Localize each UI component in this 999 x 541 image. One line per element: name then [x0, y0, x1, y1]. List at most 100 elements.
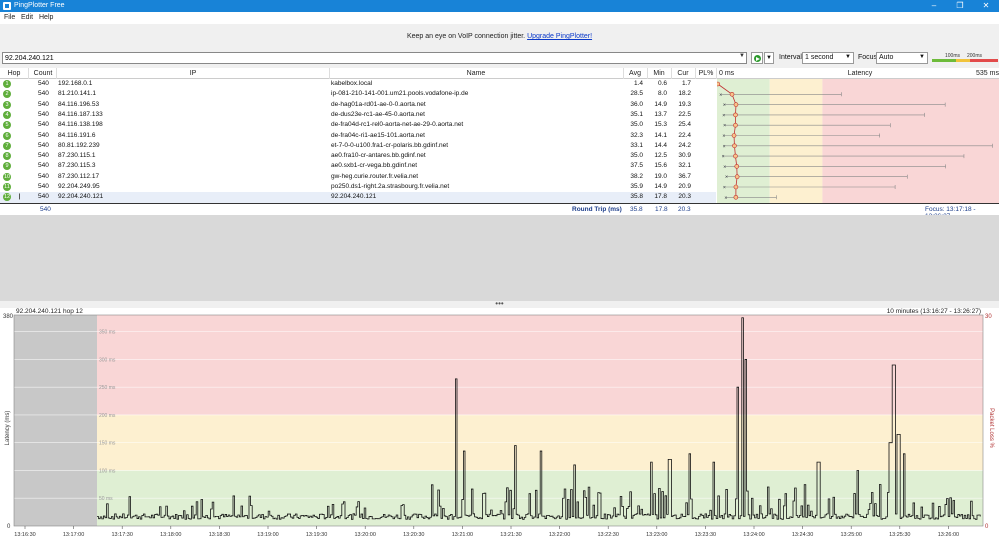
- cell-min: 12.5: [654, 152, 667, 160]
- hop-badge: 2: [3, 90, 11, 99]
- y-grid-label: 300 ms: [99, 357, 116, 363]
- latency-min-marker: ×: [723, 185, 726, 191]
- menu-help[interactable]: Help: [39, 14, 53, 21]
- cell-cur: 30.9: [678, 152, 691, 160]
- cell-ip: 80.81.192.239: [58, 141, 100, 149]
- maximize-icon[interactable]: ❐: [947, 0, 973, 12]
- cell-name: kabelbox.local: [331, 80, 373, 87]
- cell-name: de-dus23e-rc1-ae-45-0.aorta.net: [331, 110, 425, 118]
- axis-end-label: 0: [985, 524, 989, 530]
- cell-count: 540: [38, 121, 49, 129]
- interval-select[interactable]: 1 second ▼: [802, 52, 854, 64]
- cell-ip: 84.116.196.53: [58, 100, 100, 108]
- x-tick-label: 13:22:30: [597, 532, 618, 538]
- cell-cur: 36.7: [678, 172, 691, 180]
- col-avg[interactable]: Avg: [624, 70, 646, 77]
- col-name[interactable]: Name: [330, 70, 622, 77]
- cell-ip: 81.210.141.1: [58, 90, 96, 98]
- cell-cur: 24.2: [678, 141, 691, 149]
- col-pl[interactable]: PL%: [696, 70, 716, 77]
- x-tick-label: 13:16:30: [14, 532, 35, 538]
- col-ip[interactable]: IP: [58, 70, 328, 77]
- cell-ip: 87.230.115.3: [58, 162, 96, 170]
- cell-name: ae0.sxb1-cr-vega.bb.gdinf.net: [331, 162, 417, 170]
- table-row[interactable]: 8 540 87.230.115.1 ae0.fra10-cr-antares.bb.…: [0, 151, 716, 161]
- col-cur[interactable]: Cur: [672, 70, 694, 77]
- latency-zone: [769, 79, 823, 203]
- hop-badge: 12: [3, 193, 11, 202]
- table-row[interactable]: 2 540 81.210.141.1 ip-081-210-141-001.um21.…: [0, 89, 716, 99]
- hop-badge: 6: [3, 131, 11, 140]
- cell-min: 19.0: [654, 172, 667, 180]
- x-tick-label: 13:20:30: [403, 532, 424, 538]
- hop-badge: 1: [3, 80, 11, 88]
- table-row[interactable]: 1 540 192.168.0.1 kabelbox.local 1.4 0.6 1.7: [0, 79, 716, 89]
- axis-end-label: 0: [7, 524, 11, 530]
- table-row[interactable]: 5 540 84.116.138.198 de-fra04d-rc1-rel0-aor…: [0, 120, 716, 130]
- table-header: Hop Count IP Name Avg Min Cur PL% 0 ms L…: [0, 68, 999, 79]
- axis-end-label: 30: [985, 314, 992, 320]
- latency-avg-point: [729, 92, 735, 97]
- table-row[interactable]: 6 540 84.116.191.6 de-fra04c-ri1-ae15-101.a…: [0, 131, 716, 141]
- close-icon[interactable]: ✕: [973, 0, 999, 12]
- cell-name: et-7-0-0-u100.fra1-cr-polaris.bb.gdinf.n…: [331, 141, 449, 149]
- table-row[interactable]: 3 540 84.116.196.53 de-hag01a-rd01-ae-0-0.a…: [0, 100, 716, 110]
- y-axis-label: Latency (ms): [5, 411, 11, 446]
- table-row[interactable]: 9 540 87.230.115.3 ae0.sxb1-cr-vega.bb.gdin…: [0, 161, 716, 171]
- table-row[interactable]: 12 540 92.204.240.121 92.204.240.121 35.8 17.…: [0, 192, 716, 203]
- pane-splitter[interactable]: •••: [0, 300, 999, 308]
- focus-select[interactable]: Auto ▼: [876, 52, 928, 64]
- upgrade-link[interactable]: Upgrade PingPlotter!: [527, 33, 592, 40]
- menu-file[interactable]: File: [4, 14, 15, 21]
- table-row[interactable]: 10 540 87.230.112.17 gw-heg.curie.router.fr…: [0, 172, 716, 182]
- cell-min: 14.9: [654, 183, 667, 190]
- cell-count: 540: [38, 152, 49, 160]
- col-latency[interactable]: Latency: [840, 70, 880, 77]
- chevron-down-icon: ▼: [919, 54, 925, 60]
- table-row[interactable]: 4 540 84.116.187.133 de-dus23e-rc1-ae-45-0.…: [0, 110, 716, 120]
- y-grid-label: 250 ms: [99, 385, 116, 391]
- cell-min: 17.8: [654, 193, 667, 201]
- hop-badge: 8: [3, 152, 11, 161]
- latency-avg-point: [732, 143, 737, 149]
- hop-badge: 10: [3, 172, 11, 181]
- upgrade-banner: Keep an eye on VoIP connection jitter. U…: [0, 24, 999, 50]
- cell-min: 13.7: [654, 110, 667, 118]
- cell-avg: 33.1: [630, 141, 643, 149]
- col-hop[interactable]: Hop: [4, 70, 24, 77]
- table-row[interactable]: 11 540 92.204.249.95 po250.ds1-right.2a.str…: [0, 182, 716, 192]
- x-tick-label: 13:23:00: [646, 532, 667, 538]
- x-tick-label: 13:18:00: [160, 532, 181, 538]
- y-grid-label: 100 ms: [99, 468, 116, 474]
- minimize-icon[interactable]: –: [921, 0, 947, 12]
- cell-cur: 25.4: [678, 121, 691, 129]
- totals-label: Round Trip (ms): [572, 206, 622, 213]
- hop-badge: 9: [3, 162, 11, 171]
- play-icon: [754, 55, 761, 62]
- x-tick-label: 13:17:30: [111, 532, 132, 538]
- cell-ip: 92.204.240.121: [58, 193, 104, 201]
- cell-ip: 87.230.115.1: [58, 152, 96, 160]
- cell-cur: 1.7: [681, 80, 691, 87]
- target-dropdown-icon[interactable]: ▼: [738, 53, 746, 63]
- col-count[interactable]: Count: [30, 70, 56, 77]
- y-grid-label: 350 ms: [99, 330, 116, 336]
- col-min[interactable]: Min: [648, 70, 670, 77]
- y-grid-label: 150 ms: [99, 441, 116, 447]
- timeline-graph[interactable]: 350 ms 300 ms 250 ms 200 ms 150 ms 100 ms 50 m…: [0, 308, 999, 541]
- cell-count: 540: [38, 100, 49, 108]
- y-grid-label: 200 ms: [99, 413, 116, 419]
- start-trace-button[interactable]: [751, 52, 763, 64]
- graph-icon[interactable]: ❙: [17, 193, 22, 200]
- y2-axis-label: Packet Loss %: [988, 408, 994, 448]
- target-input[interactable]: [2, 52, 747, 64]
- start-options-dropdown[interactable]: ▼: [764, 52, 774, 64]
- menu-edit[interactable]: Edit: [21, 14, 33, 21]
- graph-range: 10 minutes (13:16:27 - 13:26:27): [886, 308, 981, 315]
- table-row[interactable]: 7 540 80.81.192.239 et-7-0-0-u100.fra1-cr-p…: [0, 141, 716, 151]
- x-tick-label: 13:24:30: [792, 532, 813, 538]
- latency-min-marker: ×: [722, 154, 725, 160]
- latency-max-label: 535 ms: [976, 70, 999, 77]
- focus-label: Focus: [858, 54, 878, 61]
- no-data-region: [14, 315, 97, 526]
